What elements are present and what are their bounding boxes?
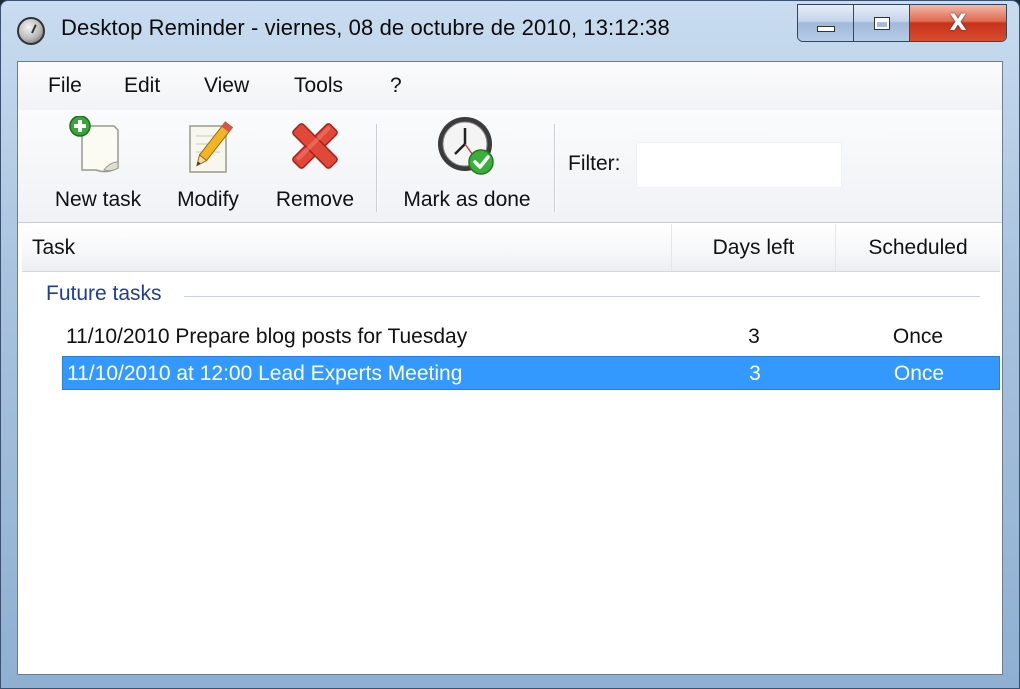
menu-edit[interactable]: Edit [124, 74, 160, 98]
filter-input[interactable] [636, 142, 842, 188]
task-cell: 11/10/2010 Prepare blog posts for Tuesda… [66, 325, 468, 348]
new-task-button[interactable]: New task [48, 115, 148, 218]
column-header-scheduled[interactable]: Scheduled [836, 224, 1000, 271]
days-left-cell: 3 [748, 325, 760, 348]
maximize-button[interactable] [854, 5, 910, 41]
modify-button[interactable]: Modify [168, 116, 248, 218]
modify-label: Modify [177, 188, 239, 211]
clock-icon[interactable] [17, 17, 45, 45]
toolbar-separator [554, 124, 556, 212]
client-area: File Edit View Tools ? New task Modify R… [17, 61, 1003, 675]
red-x-icon [283, 116, 347, 180]
menu-file[interactable]: File [48, 74, 82, 98]
scheduled-cell: Once [892, 325, 944, 348]
menu-view[interactable]: View [204, 74, 249, 98]
minimize-button[interactable] [798, 5, 854, 41]
menu-help[interactable]: ? [390, 74, 402, 98]
group-header-future-tasks[interactable]: Future tasks [46, 282, 162, 306]
minimize-icon [816, 26, 835, 32]
task-list[interactable]: Task Days left Scheduled Future tasks 11… [22, 224, 1000, 672]
column-header-days-left[interactable]: Days left [672, 224, 836, 271]
menu-tools[interactable]: Tools [294, 74, 343, 98]
scheduled-cell: Once [893, 362, 945, 385]
caption-buttons: X [797, 4, 1007, 42]
new-document-icon [66, 115, 130, 180]
toolbar: New task Modify Remove Mark as done Filt… [18, 110, 1002, 223]
column-header-task[interactable]: Task [22, 224, 672, 271]
remove-button[interactable]: Remove [268, 116, 362, 218]
table-row[interactable]: 11/10/2010 Prepare blog posts for Tuesda… [62, 320, 1000, 354]
task-cell: 11/10/2010 at 12:00 Lead Experts Meeting [67, 362, 463, 385]
title-bar[interactable]: Desktop Reminder - viernes, 08 de octubr… [1, 1, 1019, 59]
window-title: Desktop Reminder - viernes, 08 de octubr… [61, 15, 670, 40]
pencil-icon [176, 116, 240, 180]
app-window: Desktop Reminder - viernes, 08 de octubr… [0, 0, 1020, 689]
table-row[interactable]: 11/10/2010 at 12:00 Lead Experts Meeting… [62, 356, 1000, 390]
filter-label: Filter: [568, 152, 621, 175]
days-left-cell: 3 [749, 362, 761, 385]
group-divider [184, 296, 980, 297]
menu-bar: File Edit View Tools ? [18, 62, 1002, 110]
toolbar-separator [376, 124, 378, 212]
close-icon: X [949, 10, 967, 36]
maximize-icon [873, 16, 890, 30]
list-header: Task Days left Scheduled [22, 224, 1000, 272]
new-task-label: New task [54, 188, 142, 211]
remove-label: Remove [275, 188, 355, 211]
mark-as-done-button[interactable]: Mark as done [392, 116, 542, 218]
mark-as-done-label: Mark as done [403, 188, 531, 211]
clock-check-icon [435, 116, 499, 180]
close-button[interactable]: X [910, 5, 1006, 41]
